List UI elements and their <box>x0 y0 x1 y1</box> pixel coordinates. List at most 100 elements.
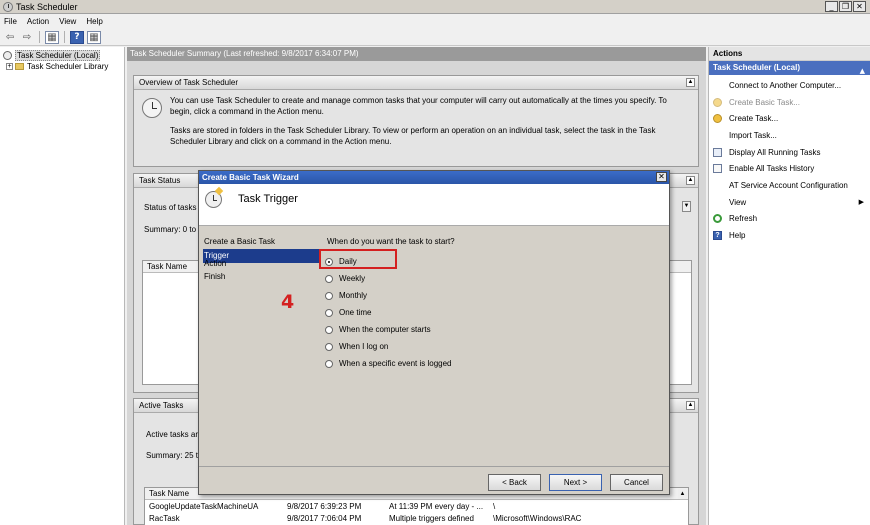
action-at-service-account-configuration[interactable]: AT Service Account Configuration <box>709 177 870 194</box>
active-tasks-summary: Summary: 25 t <box>146 451 199 460</box>
radio-when-i-log-on[interactable]: When I log on <box>325 338 452 355</box>
task-status-summary: Summary: 0 to <box>144 225 197 234</box>
cell-triggers: Multiple triggers defined <box>389 513 474 523</box>
show-hide-console-tree-icon[interactable]: ▦ <box>45 30 59 44</box>
action-display-all-running-tasks[interactable]: Display All Running Tasks <box>709 144 870 161</box>
radio-button[interactable] <box>325 359 333 368</box>
action-connect-to-another-computer[interactable]: Connect to Another Computer... <box>709 77 870 94</box>
actions-group-header[interactable]: Task Scheduler (Local) ▲ <box>709 61 870 75</box>
tree-item-task-scheduler-local[interactable]: Task Scheduler (Local) <box>0 50 124 61</box>
action-label: Refresh <box>729 214 758 224</box>
clock-icon <box>3 51 12 60</box>
table-row[interactable]: RacTask 9/8/2017 7:06:04 PM Multiple tri… <box>145 512 688 524</box>
action-label: View <box>729 197 747 207</box>
menu-view[interactable]: View <box>59 17 76 26</box>
wizard-title-bar[interactable]: Create Basic Task Wizard ✕ <box>199 171 669 184</box>
radio-button[interactable] <box>325 308 333 317</box>
radio-monthly[interactable]: Monthly <box>325 287 452 304</box>
menu-action[interactable]: Action <box>27 17 49 26</box>
action-label: Create Task... <box>729 114 779 124</box>
back-arrow-icon[interactable]: ⇦ <box>3 31 17 44</box>
actions-title: Actions <box>709 47 870 61</box>
toolbar-separator <box>64 31 65 43</box>
wizard-step-action[interactable]: Action <box>203 257 321 271</box>
history-icon <box>713 164 722 174</box>
tree-item-task-scheduler-library[interactable]: + Task Scheduler Library <box>0 61 124 72</box>
action-view[interactable]: View ▶ <box>709 194 870 211</box>
overview-text: You can use Task Scheduler to create and… <box>170 96 690 156</box>
action-enable-all-tasks-history[interactable]: Enable All Tasks History <box>709 160 870 177</box>
trigger-options: Daily Weekly Monthly One time When the c… <box>325 253 452 372</box>
action-import-task[interactable]: Import Task... <box>709 127 870 144</box>
wizard-step-finish[interactable]: Finish <box>203 270 321 284</box>
overview-section-header[interactable]: Overview of Task Scheduler ▲ <box>134 76 698 90</box>
collapse-icon[interactable]: ▲ <box>686 176 695 185</box>
radio-weekly[interactable]: Weekly <box>325 270 452 287</box>
collapse-icon[interactable]: ▲ <box>686 401 695 410</box>
maximize-button[interactable]: ❐ <box>839 1 852 12</box>
blank-icon <box>713 181 722 190</box>
radio-button[interactable] <box>325 291 333 300</box>
radio-button[interactable] <box>325 274 333 283</box>
cell-location: \ <box>493 501 496 511</box>
actions-pane: Actions Task Scheduler (Local) ▲ Connect… <box>708 47 870 525</box>
overview-paragraph: You can use Task Scheduler to create and… <box>170 96 667 116</box>
cancel-button[interactable]: Cancel <box>610 474 663 491</box>
wizard-title: Create Basic Task Wizard <box>202 173 299 182</box>
help-icon[interactable]: ? <box>70 30 84 44</box>
collapse-icon[interactable]: ▲ <box>686 78 695 87</box>
radio-label: When I log on <box>339 342 389 351</box>
radio-when-computer-starts[interactable]: When the computer starts <box>325 321 452 338</box>
next-button[interactable]: Next > <box>549 474 602 491</box>
menu-help[interactable]: Help <box>86 17 102 26</box>
toolbar-separator <box>39 31 40 43</box>
radio-one-time[interactable]: One time <box>325 304 452 321</box>
wizard-buttons: < Back Next > Cancel <box>488 474 663 491</box>
action-label: Enable All Tasks History <box>729 164 815 174</box>
cell-task-name: GoogleUpdateTaskMachineUA <box>149 501 259 511</box>
radio-label: When the computer starts <box>339 325 431 334</box>
annotation-step-number: 4 <box>281 291 295 313</box>
close-button[interactable]: ✕ <box>853 1 866 12</box>
menu-file[interactable]: File <box>4 17 17 26</box>
action-help[interactable]: ? Help <box>709 227 870 244</box>
expand-icon[interactable]: + <box>6 63 13 70</box>
radio-button[interactable] <box>325 325 333 334</box>
action-label: Create Basic Task... <box>729 97 800 107</box>
active-tasks-text: Active tasks ar <box>146 430 199 439</box>
collapse-icon[interactable]: ▲ <box>860 64 865 78</box>
radio-specific-event-logged[interactable]: When a specific event is logged <box>325 355 452 372</box>
show-action-pane-icon[interactable]: ▦ <box>87 30 101 44</box>
status-of-tasks-label: Status of tasks <box>144 203 197 212</box>
trigger-question: When do you want the task to start? <box>327 237 455 246</box>
cell-next-run: 9/8/2017 7:06:04 PM <box>287 513 362 523</box>
radio-label: Weekly <box>339 274 366 283</box>
wizard-header: Task Trigger <box>199 184 669 226</box>
action-label: Display All Running Tasks <box>729 147 821 157</box>
radio-button[interactable] <box>325 342 333 351</box>
action-label: Connect to Another Computer... <box>729 80 842 90</box>
cell-task-name: RacTask <box>149 513 180 523</box>
minimize-button[interactable]: _ <box>825 1 838 12</box>
folder-icon <box>15 63 24 70</box>
chevron-down-icon[interactable]: ▼ <box>682 201 691 212</box>
console-tree: Task Scheduler (Local) + Task Scheduler … <box>0 47 125 525</box>
wizard-steps: Create a Basic Task Trigger Action Finis… <box>203 235 321 284</box>
section-title: Active Tasks <box>139 401 184 410</box>
window-controls: _ ❐ ✕ <box>825 1 866 12</box>
action-refresh[interactable]: Refresh <box>709 211 870 228</box>
action-create-basic-task[interactable]: Create Basic Task... <box>709 94 870 111</box>
back-button[interactable]: < Back <box>488 474 541 491</box>
radio-label: Monthly <box>339 291 368 300</box>
summary-header: Task Scheduler Summary (Last refreshed: … <box>127 47 706 61</box>
wizard-separator <box>199 466 669 467</box>
forward-arrow-icon[interactable]: ⇨ <box>20 31 34 44</box>
wizard-step-create-basic-task[interactable]: Create a Basic Task <box>203 235 321 249</box>
radio-label: When a specific event is logged <box>339 359 452 368</box>
action-create-task[interactable]: Create Task... <box>709 110 870 127</box>
create-task-icon <box>713 114 722 124</box>
table-row[interactable]: GoogleUpdateTaskMachineUA 9/8/2017 6:39:… <box>145 500 688 512</box>
close-icon[interactable]: ✕ <box>656 172 667 182</box>
scroll-up-icon[interactable]: ▲ <box>678 489 687 499</box>
action-label: Help <box>729 231 746 241</box>
